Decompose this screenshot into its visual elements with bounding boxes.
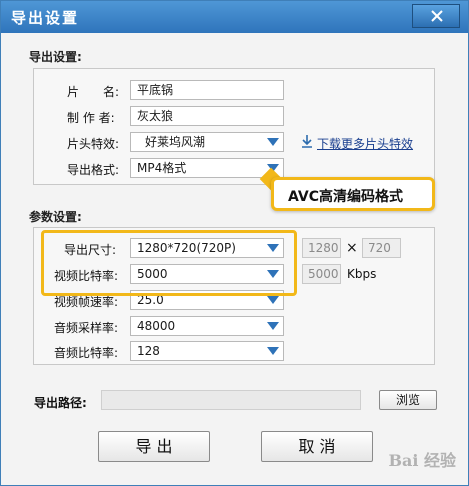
window-title: 导出设置 (11, 9, 80, 27)
sample-rate-value: 48000 (137, 319, 176, 333)
author-input[interactable]: 灰太狼 (130, 106, 284, 126)
close-button[interactable] (412, 4, 460, 28)
watermark-logo: Bai 经验 (388, 451, 456, 470)
audio-bitrate-select[interactable]: 128 (130, 341, 284, 361)
audio-bitrate-value: 128 (137, 344, 160, 358)
chevron-down-icon (267, 347, 279, 355)
width-field: 1280 (302, 238, 341, 258)
sample-rate-label: 音频采样率: (54, 321, 119, 335)
video-bitrate-readout: 5000 (302, 264, 341, 284)
kbps-unit: Kbps (347, 267, 377, 281)
name-input[interactable]: 平底锅 (130, 80, 284, 100)
export-button[interactable]: 导 出 (98, 431, 210, 462)
parameter-settings-heading: 参数设置: (29, 210, 82, 224)
opening-effect-label: 片头特效: (67, 137, 120, 151)
close-icon (431, 10, 443, 22)
opening-effect-select[interactable]: 好莱坞风潮 (130, 132, 284, 152)
chevron-down-icon (267, 296, 279, 304)
author-label: 制 作 者: (67, 111, 115, 125)
highlight-frame (41, 230, 297, 296)
annotation-callout: AVC高清编码格式 (271, 177, 435, 211)
audio-bitrate-label: 音频比特率: (54, 346, 119, 360)
export-settings-dialog: 导出设置 导出设置: 片 名: 平底锅 制 作 者: 灰太狼 片头特效: 好莱坞… (0, 0, 469, 486)
name-label: 片 名: (67, 85, 120, 99)
height-field: 720 (362, 238, 401, 258)
download-more-effects-link[interactable]: 下载更多片头特效 (317, 135, 413, 152)
export-format-select[interactable]: MP4格式 (130, 158, 284, 178)
cancel-button[interactable]: 取 消 (261, 431, 373, 462)
browse-button[interactable]: 浏览 (379, 390, 437, 410)
download-icon (302, 135, 312, 148)
export-format-label: 导出格式: (67, 163, 120, 177)
export-path-label: 导出路径: (34, 396, 87, 410)
callout-text: AVC高清编码格式 (288, 189, 403, 205)
title-bar: 导出设置 (1, 1, 468, 33)
chevron-down-icon (267, 138, 279, 146)
opening-effect-value: 好莱坞风潮 (145, 135, 206, 149)
export-format-value: MP4格式 (137, 161, 187, 175)
export-path-input[interactable] (101, 390, 361, 410)
export-settings-heading: 导出设置: (29, 50, 82, 64)
sample-rate-select[interactable]: 48000 (130, 316, 284, 336)
times-sign: × (346, 240, 358, 256)
chevron-down-icon (267, 322, 279, 330)
